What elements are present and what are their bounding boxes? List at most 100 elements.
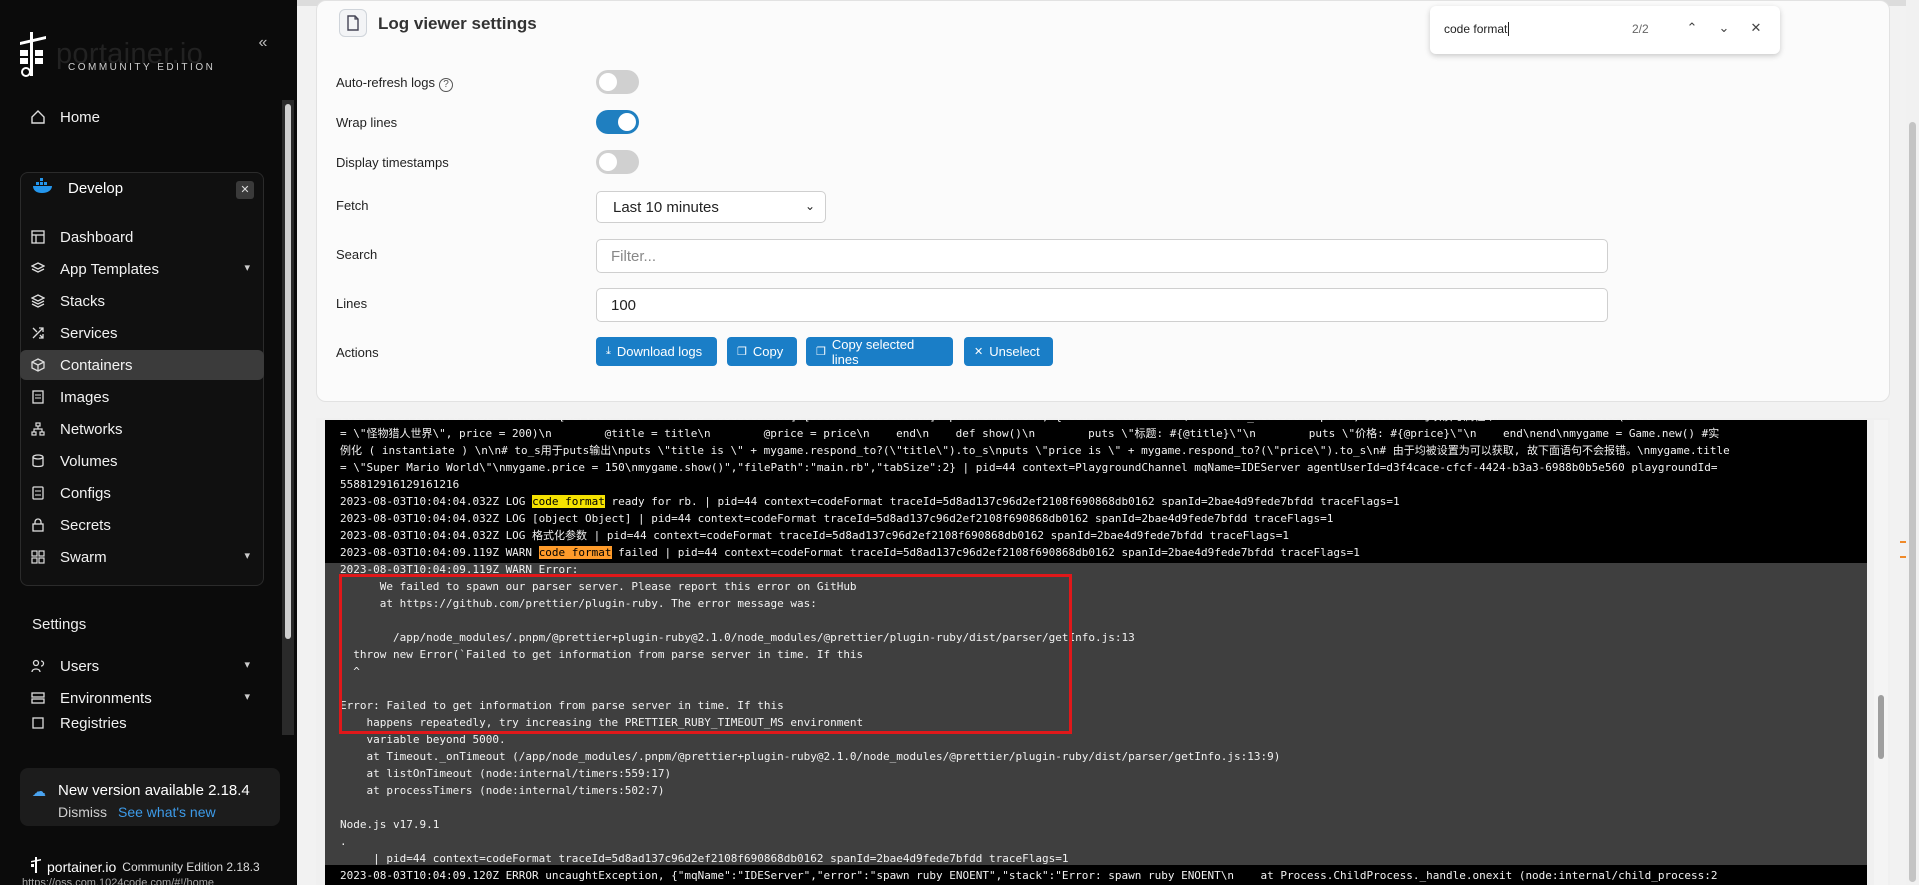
- download-logs-label: Download logs: [616, 344, 703, 359]
- lines-value: 100: [611, 297, 637, 314]
- search-label: Search: [336, 247, 378, 262]
- dashboard-icon: [30, 229, 46, 245]
- sidebar-item-networks[interactable]: Networks: [20, 414, 264, 444]
- images-icon: [30, 389, 46, 405]
- search-match-highlight: code format: [532, 495, 605, 508]
- close-environment-icon[interactable]: ✕: [236, 181, 254, 199]
- sidebar-item-registries[interactable]: Registries: [20, 715, 264, 731]
- portainer-small-icon: [30, 856, 42, 877]
- sidebar-item-volumes[interactable]: Volumes: [20, 446, 264, 476]
- sidebar-item-containers[interactable]: Containers: [20, 350, 264, 380]
- sidebar-item-label: Volumes: [60, 452, 118, 470]
- portainer-crane-icon: [18, 30, 48, 78]
- wrap-lines-label: Wrap lines: [336, 115, 398, 130]
- log-line[interactable]: at listOnTimeout (node:internal/timers:5…: [340, 765, 671, 782]
- chevron-down-icon: ▾: [244, 659, 250, 671]
- toggle-knob: [599, 73, 617, 91]
- sidebar-item-stacks[interactable]: Stacks: [20, 286, 264, 316]
- log-line[interactable]: .: [340, 833, 347, 850]
- sidebar-item-swarm[interactable]: Swarm ▾: [20, 542, 264, 572]
- log-text: ready for rb. | pid=44 context=codeForma…: [604, 495, 1400, 508]
- networks-icon: [30, 421, 46, 437]
- toggle-knob: [599, 153, 617, 171]
- log-line[interactable]: at Timeout._onTimeout (/app/node_modules…: [340, 748, 1280, 765]
- footer-logo: portainer.io Community Edition 2.18.3: [30, 856, 260, 877]
- sidebar-item-app-templates[interactable]: App Templates ▾: [20, 254, 264, 284]
- fetch-label: Fetch: [336, 198, 369, 213]
- unselect-button[interactable]: ✕ Unselect: [964, 337, 1053, 366]
- fetch-select[interactable]: Last 10 minutes ⌄: [596, 191, 826, 223]
- sidebar-item-home[interactable]: Home: [20, 102, 264, 132]
- download-logs-button[interactable]: ⤓ Download logs: [596, 337, 717, 366]
- sidebar-scrollbar-thumb[interactable]: [285, 104, 291, 639]
- auto-refresh-toggle[interactable]: [596, 70, 639, 94]
- log-line[interactable]: 2023-08-03T10:04:04.032Z LOG code format…: [340, 493, 1400, 510]
- log-line[interactable]: 2023-08-03T10:04:09.119Z WARN code forma…: [340, 544, 1360, 561]
- services-icon: [30, 325, 46, 341]
- log-line[interactable]: 2023-08-03T10:04:04.032Z LOG 格式化参数 | pid…: [340, 527, 1289, 544]
- chevron-down-icon: ▾: [244, 262, 250, 274]
- find-next-icon[interactable]: ⌄: [1715, 20, 1733, 36]
- lines-input[interactable]: 100: [596, 288, 1608, 322]
- log-line[interactable]: 例化 ( instantiate ) \n\n# to_s用于puts输出\np…: [340, 442, 1730, 459]
- wrap-lines-toggle[interactable]: [596, 110, 639, 134]
- sidebar-item-label: Registries: [60, 715, 127, 731]
- page-scrollbar-thumb[interactable]: [1909, 122, 1916, 882]
- annotation-box: [339, 574, 1072, 734]
- auto-refresh-label-text: Auto-refresh logs: [336, 75, 435, 90]
- update-title: New version available 2.18.4: [58, 782, 250, 799]
- log-line[interactable]: | pid=44 context=codeFormat traceId=5d8a…: [340, 850, 1068, 867]
- collapse-sidebar-icon[interactable]: «: [254, 34, 272, 52]
- find-close-icon[interactable]: ✕: [1747, 20, 1765, 36]
- whats-new-link[interactable]: See what's new: [118, 804, 216, 820]
- sidebar-item-environments[interactable]: Environments ▾: [20, 683, 264, 713]
- page-scrollbar[interactable]: [1906, 0, 1919, 885]
- sidebar-item-label: Environments: [60, 689, 152, 707]
- sidebar-item-label: Swarm: [60, 548, 107, 566]
- log-line[interactable]: 2023-08-03T10:04:04.032Z LOG [object Obj…: [340, 510, 1333, 527]
- search-match-marker: [1900, 556, 1906, 558]
- download-icon: ⤓: [606, 345, 611, 357]
- search-input[interactable]: Filter...: [596, 239, 1608, 273]
- log-scrollbar-thumb[interactable]: [1878, 695, 1884, 759]
- document-icon: [339, 9, 367, 37]
- copy-button[interactable]: ❐ Copy: [727, 337, 797, 366]
- dismiss-update-link[interactable]: Dismiss: [58, 804, 107, 820]
- auto-refresh-label: Auto-refresh logs?: [336, 75, 453, 92]
- log-line[interactable]: 2023-08-03T10:04:04.032Z VERBOSE [Servic…: [340, 408, 1658, 425]
- sidebar-item-dashboard[interactable]: Dashboard: [20, 222, 264, 252]
- log-text: 2023-08-03T10:04:04.032Z LOG: [340, 495, 533, 508]
- sidebar-item-secrets[interactable]: Secrets: [20, 510, 264, 540]
- toggle-knob: [618, 113, 636, 131]
- home-icon: [30, 109, 46, 125]
- log-scrollbar[interactable]: [1874, 420, 1888, 885]
- copy-selected-lines-button[interactable]: ❐ Copy selected lines: [806, 337, 953, 367]
- sidebar-item-label: Home: [60, 108, 101, 126]
- sidebar-item-configs[interactable]: Configs: [20, 478, 264, 508]
- footer-brand: portainer.io: [47, 858, 117, 875]
- stacks-icon: [30, 293, 46, 309]
- log-line[interactable]: 2023-08-03T10:04:09.120Z ERROR uncaughtE…: [340, 867, 1718, 884]
- log-line[interactable]: = \"怪物猎人世界\", price = 200)\n @title = ti…: [340, 425, 1719, 442]
- find-previous-icon[interactable]: ⌃: [1683, 20, 1701, 36]
- sidebar-item-users[interactable]: Users ▾: [20, 651, 264, 681]
- log-line[interactable]: 558812916129161216: [340, 476, 459, 493]
- log-line[interactable]: at processTimers (node:internal/timers:5…: [340, 782, 664, 799]
- find-match-count: 2/2: [1632, 22, 1649, 36]
- unselect-label: Unselect: [989, 344, 1040, 359]
- help-icon[interactable]: ?: [439, 78, 453, 92]
- log-line[interactable]: = \"Super Mario World\"\nmygame.price = …: [340, 459, 1718, 476]
- sidebar-item-services[interactable]: Services: [20, 318, 264, 348]
- sidebar-item-label: Networks: [60, 420, 123, 438]
- sidebar-item-label: App Templates: [60, 260, 159, 278]
- find-input[interactable]: code format: [1444, 22, 1510, 36]
- display-timestamps-toggle[interactable]: [596, 150, 639, 174]
- log-line[interactable]: Node.js v17.9.1: [340, 816, 439, 833]
- docker-whale-icon: [32, 178, 56, 198]
- log-viewer-settings-card: [316, 0, 1890, 402]
- sidebar-item-images[interactable]: Images: [20, 382, 264, 412]
- volumes-icon: [30, 453, 46, 469]
- lines-label: Lines: [336, 296, 368, 311]
- close-icon: ✕: [974, 346, 984, 358]
- sidebar-item-label: Services: [60, 324, 118, 342]
